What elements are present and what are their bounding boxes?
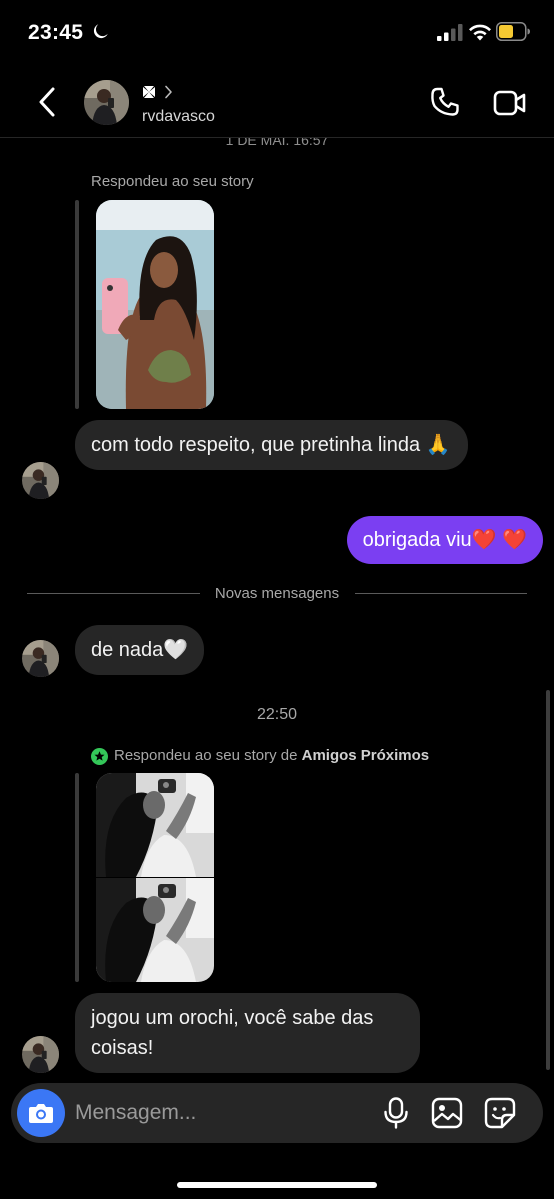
status-bar: 23:45 — [0, 0, 554, 66]
gallery-icon[interactable] — [431, 1097, 463, 1129]
close-friends-label: Amigos Próximos — [301, 747, 430, 764]
incoming-message[interactable]: de nada🤍 — [75, 625, 205, 675]
moon-icon — [93, 24, 108, 39]
video-camera-icon[interactable] — [493, 88, 527, 118]
sender-avatar[interactable] — [22, 462, 59, 499]
scrollbar[interactable] — [546, 690, 550, 1070]
battery-icon — [496, 22, 530, 41]
close-friends-star-icon — [91, 748, 108, 765]
story-reply-label: Respondeu ao seu story de Amigos Próximo… — [114, 747, 429, 764]
camera-button[interactable] — [17, 1089, 65, 1137]
microphone-icon[interactable] — [383, 1097, 409, 1129]
signal-icon — [437, 24, 463, 41]
new-messages-divider: Novas mensagens — [214, 585, 340, 602]
reply-quote-bar — [75, 773, 79, 982]
camera-icon — [29, 1104, 53, 1123]
maltese-cross-icon — [143, 86, 155, 98]
story-reply-label: Respondeu ao seu story — [91, 173, 254, 190]
reply-quote-bar — [75, 200, 79, 409]
wifi-icon — [469, 24, 491, 41]
outgoing-message[interactable]: obrigada viu❤️ ❤️ — [346, 516, 543, 564]
phone-icon[interactable] — [429, 86, 461, 118]
story-reply-prefix: Respondeu ao seu story de — [114, 747, 302, 764]
home-indicator[interactable] — [177, 1182, 377, 1188]
sticker-icon[interactable] — [484, 1097, 516, 1129]
sender-avatar[interactable] — [22, 1036, 59, 1073]
divider-line-right — [355, 593, 527, 594]
story-thumbnail[interactable] — [96, 773, 214, 982]
sender-avatar[interactable] — [22, 640, 59, 677]
incoming-message[interactable]: com todo respeito, que pretinha linda 🙏 — [75, 420, 468, 470]
incoming-message[interactable]: jogou um orochi, você sabe das coisas! — [75, 993, 420, 1073]
message-composer — [11, 1083, 543, 1143]
story-thumbnail[interactable] — [96, 200, 214, 409]
chat-header: rvdavasco — [0, 66, 554, 138]
divider-line-left — [27, 593, 200, 594]
contact-username[interactable]: rvdavasco — [142, 108, 215, 126]
time-separator: 22:50 — [256, 706, 298, 723]
back-chevron-icon[interactable] — [34, 85, 62, 119]
message-input[interactable] — [75, 1083, 375, 1143]
status-time: 23:45 — [28, 21, 84, 44]
contact-avatar[interactable] — [84, 80, 129, 125]
contact-name-row[interactable] — [142, 82, 173, 102]
chevron-right-icon — [165, 85, 172, 99]
